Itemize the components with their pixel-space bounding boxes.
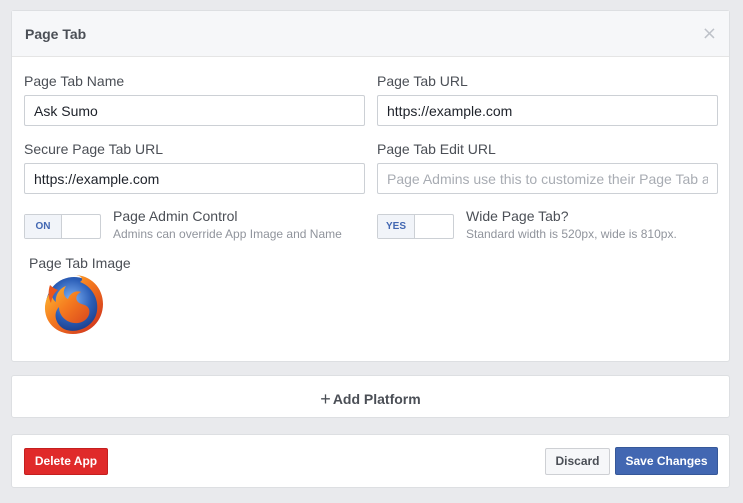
add-platform-text: Add Platform [332,391,421,407]
footer-bar: Delete App Discard Save Changes [11,434,730,488]
panel-title: Page Tab [25,26,87,42]
panel-header: Page Tab × [12,11,729,57]
page-admin-control-toggle[interactable]: ON [24,214,101,239]
page-tab-url-label: Page Tab URL [377,73,468,89]
firefox-logo-icon[interactable] [40,271,106,337]
page-tab-name-label: Page Tab Name [24,73,125,89]
page-admin-control-description: Admins can override App Image and Name [113,227,342,241]
add-platform-button[interactable]: + Add Platform [11,375,730,418]
wide-page-tab-description: Standard width is 520px, wide is 810px. [466,227,677,241]
page-tab-image-label: Page Tab Image [29,255,131,271]
discard-button[interactable]: Discard [545,448,610,475]
save-changes-button[interactable]: Save Changes [615,447,718,475]
page-tab-edit-url-label: Page Tab Edit URL [377,141,496,157]
page-tab-edit-url-input[interactable] [377,163,718,194]
toggle-state-label: ON [25,215,62,238]
delete-app-button[interactable]: Delete App [24,448,108,475]
close-icon[interactable]: × [702,25,717,43]
secure-page-tab-url-label: Secure Page Tab URL [24,141,164,157]
plus-icon: + [320,389,331,409]
wide-page-tab-title: Wide Page Tab? [466,208,569,224]
page-admin-control-title: Page Admin Control [113,208,238,224]
page-tab-name-input[interactable] [24,95,365,126]
page-tab-url-input[interactable] [377,95,718,126]
toggle-state-label: YES [378,215,415,238]
add-platform-label: + Add Platform [12,389,729,410]
wide-page-tab-toggle[interactable]: YES [377,214,454,239]
page-tab-panel: Page Tab × Page Tab Name Page Tab URL Se… [11,10,730,362]
secure-page-tab-url-input[interactable] [24,163,365,194]
